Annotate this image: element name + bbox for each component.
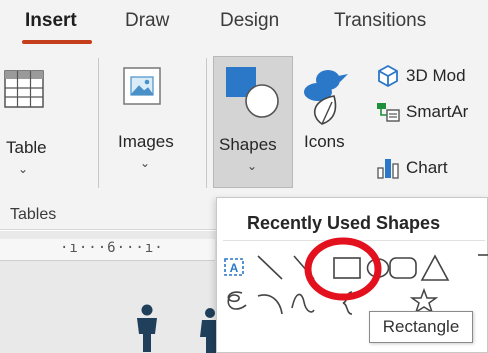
arc-shape-icon[interactable] — [256, 288, 284, 316]
svg-text:A: A — [230, 261, 239, 275]
table-chevron-icon: ⌄ — [18, 162, 29, 176]
ribbon-tabs: Insert Draw Design Transitions — [0, 0, 488, 50]
shapes-button[interactable]: Shapes ⌄ — [213, 56, 293, 188]
chart-button[interactable]: Chart — [376, 154, 448, 182]
rectangle-tooltip: Rectangle — [369, 311, 473, 343]
person-figure-icon — [200, 308, 216, 353]
active-tab-indicator — [22, 40, 92, 44]
smartart-label: SmartAr — [406, 102, 469, 121]
highlight-circle-annotation — [304, 237, 382, 301]
tab-insert[interactable]: Insert — [25, 10, 77, 32]
horizontal-ruler: ·ı···6···ı· — [0, 239, 215, 261]
recently-used-shapes-heading: Recently Used Shapes — [247, 213, 441, 233]
shapes-chevron-icon: ⌄ — [247, 159, 258, 173]
cube-icon — [378, 64, 398, 88]
icons-button[interactable]: Icons — [298, 56, 364, 188]
tab-transitions[interactable]: Transitions — [334, 10, 426, 32]
chart-label: Chart — [406, 158, 448, 177]
tab-draw[interactable]: Draw — [125, 10, 169, 32]
tab-design[interactable]: Design — [220, 10, 279, 32]
smartart-icon — [377, 103, 400, 122]
images-icon — [123, 67, 161, 105]
3d-models-button[interactable]: 3D Mod — [376, 62, 466, 90]
triangle-shape-icon[interactable] — [420, 254, 450, 282]
rounded-rectangle-shape-icon[interactable] — [388, 256, 418, 280]
partial-shape-icon[interactable] — [476, 252, 488, 264]
smartart-button[interactable]: SmartAr — [376, 98, 468, 126]
ruler-ticks: ·ı···6···ı· — [60, 240, 164, 256]
table-icon — [4, 70, 44, 108]
shapes-label: Shapes — [219, 135, 277, 154]
table-button[interactable]: Table ⌄ — [0, 56, 62, 188]
icons-label: Icons — [304, 132, 345, 151]
text-box-shape-icon[interactable]: A — [222, 255, 246, 279]
3d-models-label: 3D Mod — [406, 66, 466, 85]
line-shape-icon[interactable] — [256, 253, 284, 281]
shapes-icon — [226, 67, 279, 118]
icons-icon — [304, 70, 348, 125]
images-chevron-icon: ⌄ — [140, 156, 151, 170]
group-separator — [206, 58, 207, 188]
tables-group-label: Tables — [10, 206, 57, 223]
images-label: Images — [118, 132, 174, 151]
images-button[interactable]: Images ⌄ — [108, 56, 198, 188]
freeform-scribble-shape-icon[interactable] — [222, 287, 250, 315]
powerpoint-window: Insert Draw Design Transitions Table ⌄ I… — [0, 0, 488, 353]
group-separator — [98, 58, 99, 188]
person-figure-icon — [137, 304, 157, 352]
chart-icon — [377, 159, 399, 179]
table-label: Table — [6, 138, 47, 157]
